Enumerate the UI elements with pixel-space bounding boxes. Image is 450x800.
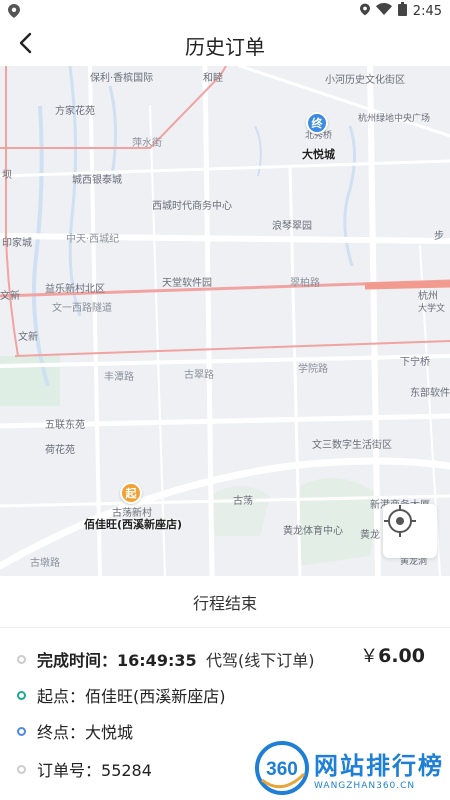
order-details: 完成时间：16:49:35 代驾(线下订单) ￥6.00 起点：佰佳旺(西溪新座… bbox=[0, 628, 450, 800]
start-row: 起点：佰佳旺(西溪新座店) bbox=[0, 680, 450, 710]
map-label: 学院路 bbox=[298, 364, 328, 375]
price-amount: 6.00 bbox=[378, 645, 425, 667]
app-bar: 历史订单 bbox=[0, 22, 450, 66]
map-label: 保利·香槟国际 bbox=[90, 73, 154, 84]
finish-time-text: 完成时间：16:49:35 bbox=[37, 647, 197, 671]
trip-status: 行程结束 bbox=[0, 576, 450, 628]
map-label: 益乐新村北区 bbox=[45, 284, 105, 295]
map-label: 杭州绿地中央广场 bbox=[358, 114, 431, 124]
map-label: 和睦 bbox=[203, 73, 223, 84]
grey-dot-icon bbox=[17, 654, 26, 664]
map-label: 丰潭路 bbox=[104, 372, 134, 383]
start-label: 起点： bbox=[37, 687, 86, 706]
end-label: 终点： bbox=[37, 723, 86, 742]
end-dot-icon bbox=[17, 726, 26, 736]
map-label: 黄龙体育中心 bbox=[283, 526, 343, 537]
map-label: 古墩路 bbox=[30, 558, 60, 569]
status-bar: 2:45 bbox=[0, 0, 450, 22]
end-point-marker[interactable]: 终 bbox=[306, 112, 328, 134]
map-label: 东部软件 bbox=[410, 388, 450, 399]
map-label: 文新 bbox=[18, 332, 38, 343]
map-label: 方家花苑 bbox=[55, 106, 95, 117]
end-point-label: 大悦城 bbox=[302, 148, 335, 161]
map-label: 荷花苑 bbox=[45, 445, 75, 456]
order-number-text: 订单号：55284 bbox=[37, 757, 152, 781]
watermark: 360 网站排行榜 WANGZHAN360.CN bbox=[254, 740, 444, 796]
finish-time-value: 16:49:35 bbox=[117, 651, 197, 670]
map-label: 大学文 bbox=[418, 304, 446, 314]
map-label: 文新 bbox=[0, 291, 20, 302]
order-number-label: 订单号： bbox=[37, 761, 102, 780]
finish-time-label: 完成时间： bbox=[37, 651, 118, 670]
map-label: 杭州 bbox=[418, 291, 438, 302]
map-label: 翠柏路 bbox=[290, 278, 320, 289]
currency-symbol: ￥ bbox=[360, 646, 379, 667]
clock-time: 2:45 bbox=[412, 3, 442, 19]
wifi-icon bbox=[375, 3, 392, 19]
order-price: ￥6.00 bbox=[360, 642, 425, 668]
end-value: 大悦城 bbox=[85, 723, 134, 742]
watermark-en: WANGZHAN360.CN bbox=[314, 780, 416, 791]
finish-time-row: 完成时间：16:49:35 代驾(线下订单) ￥6.00 bbox=[0, 644, 450, 674]
start-dot-icon bbox=[17, 690, 26, 700]
end-pin-glyph: 终 bbox=[311, 117, 323, 130]
order-number-value: 55284 bbox=[101, 761, 152, 780]
map-label: 印家城 bbox=[2, 238, 32, 249]
end-text: 终点：大悦城 bbox=[37, 719, 133, 743]
watermark-logo-icon: 360 bbox=[254, 740, 310, 796]
map-label: 五联东苑 bbox=[45, 420, 85, 431]
gps-icon bbox=[359, 3, 370, 20]
watermark-cn: 网站排行榜 bbox=[314, 751, 444, 780]
map-label: 文一西路隧道 bbox=[52, 303, 112, 314]
map-label: 浪琴翠园 bbox=[272, 221, 312, 232]
start-pin-glyph: 起 bbox=[125, 487, 137, 500]
start-point-label: 佰佳旺(西溪新座店) bbox=[84, 518, 183, 531]
map-label: 步 bbox=[434, 231, 444, 242]
locate-button[interactable] bbox=[383, 504, 437, 558]
watermark-badge-text: 360 bbox=[266, 759, 298, 780]
start-point-marker[interactable]: 起 bbox=[120, 482, 142, 504]
order-type: 代驾(线下订单) bbox=[206, 651, 315, 670]
map-label: 下宁桥 bbox=[400, 357, 430, 368]
map-label: 中天·西城纪 bbox=[66, 234, 120, 245]
map-label: 天堂软件园 bbox=[162, 278, 212, 289]
map-label: 文三数字生活街区 bbox=[312, 440, 392, 451]
map-label: 城西银泰城 bbox=[72, 175, 122, 186]
start-text: 起点：佰佳旺(西溪新座店) bbox=[37, 683, 226, 707]
route-map[interactable]: 保利·香槟国际 和睦 小河历史文化街区 方家花苑 北秀桥 杭州绿地中央广场 萍水… bbox=[0, 66, 450, 576]
map-label: 坝 bbox=[2, 170, 12, 181]
map-label: 黄龙 bbox=[360, 530, 380, 541]
start-value: 佰佳旺(西溪新座店) bbox=[85, 687, 226, 706]
location-icon bbox=[8, 3, 20, 22]
map-label: 西城时代商务中心 bbox=[152, 201, 232, 212]
map-label: 古翠路 bbox=[184, 370, 214, 381]
battery-icon bbox=[397, 2, 407, 20]
page-title: 历史订单 bbox=[185, 35, 265, 59]
map-label: 萍水街 bbox=[132, 138, 162, 149]
map-label: 古荡 bbox=[233, 496, 253, 507]
grey-dot-icon bbox=[17, 764, 26, 774]
map-label: 小河历史文化街区 bbox=[325, 75, 405, 86]
